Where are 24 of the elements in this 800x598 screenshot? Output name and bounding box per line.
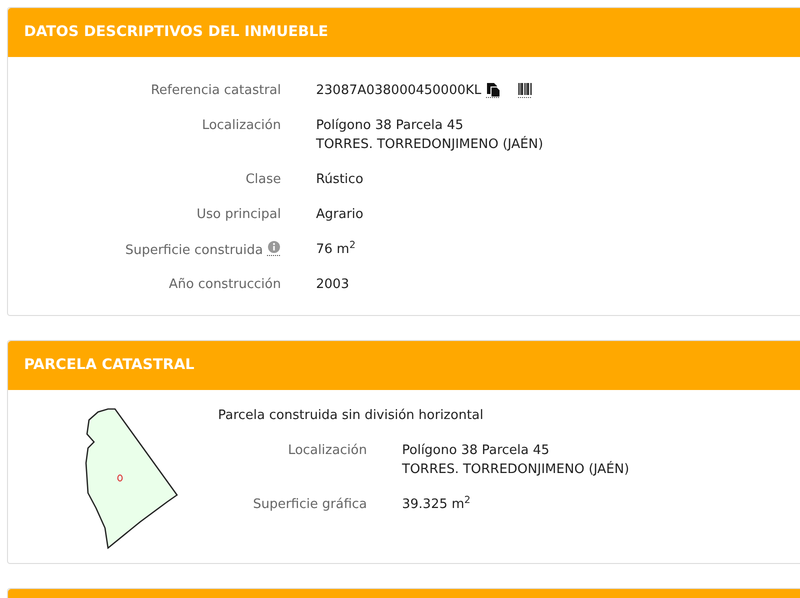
field-value: 23087A038000450000KL xyxy=(316,80,534,100)
field-label: Año construcción xyxy=(168,276,281,292)
field-value: Rústico xyxy=(316,170,364,189)
subtitle: Parcela construida sin división horizontal xyxy=(218,408,484,422)
field-value: 39.325 m$^{2}$ xyxy=(402,495,471,514)
barcode-icon[interactable] xyxy=(517,82,534,98)
field-label: Superficie construida xyxy=(125,242,263,258)
field-value: 76 m$^{2}$ xyxy=(316,240,356,259)
field-value: Agrario xyxy=(316,206,364,224)
panel-header: PARCELA CATASTRAL xyxy=(8,340,800,390)
info-icon[interactable] xyxy=(267,240,281,256)
field-label: Localización xyxy=(288,443,367,458)
field-value: Polígono 38 Parcela 45 xyxy=(316,116,464,135)
field-value: TORRES. TORREDONJIMENO (JAÉN) xyxy=(402,460,630,479)
copy-icon[interactable] xyxy=(485,82,502,98)
field-value: 2003 xyxy=(316,276,350,294)
field-value: Polígono 38 Parcela 45 xyxy=(402,442,550,460)
field-value: TORRES. TORREDONJIMENO (JAÉN) xyxy=(316,135,544,154)
field-label: Uso principal xyxy=(196,206,281,222)
field-label: Superficie gráfica xyxy=(252,497,367,512)
field-label: Referencia catastral xyxy=(150,82,281,98)
field-label: Localización xyxy=(202,118,281,133)
panel-header: DATOS DESCRIPTIVOS DEL INMUEBLE xyxy=(8,8,800,57)
field-label: Clase xyxy=(246,172,281,187)
